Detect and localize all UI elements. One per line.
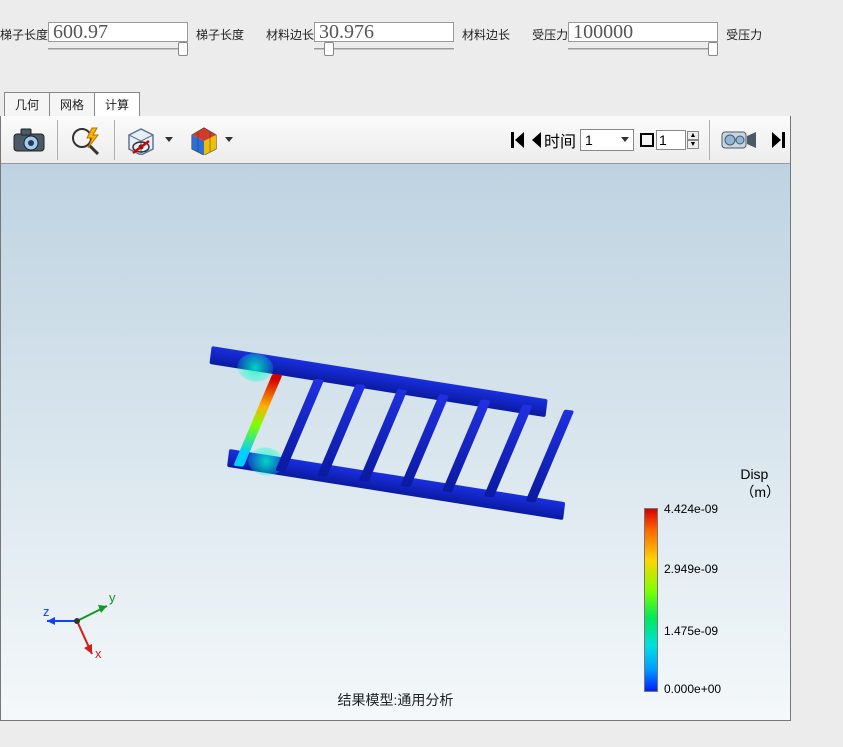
legend-tick: 4.424e-09 [664,502,718,516]
tab-geometry[interactable]: 几何 [4,92,50,116]
ladder-length-slider[interactable] [48,44,188,54]
viewport-caption: 结果模型:通用分析 [1,690,790,710]
legend-title-line2: （m） [740,482,780,502]
record-button[interactable] [712,118,768,162]
legend-title: Disp （m） [740,466,780,502]
param-ladder-length: 梯子长度 梯子长度 [0,22,244,54]
camera-icon [11,126,47,154]
cube-eye-off-icon [125,125,159,155]
param-label-pressure-after: 受压力 [726,22,762,43]
legend-color-bar [644,508,658,692]
stop-icon [640,133,654,147]
colormap-cube-icon [189,125,219,155]
magnifier-lightning-icon [68,125,104,155]
color-legend: 4.424e-09 2.949e-09 1.475e-09 0.000e+00 [644,508,754,692]
legend-tick: 1.475e-09 [664,624,718,638]
tab-row: 几何 网格 计算 [0,64,843,116]
param-label-ladder-length: 梯子长度 [0,22,48,43]
skip-last-icon [770,130,786,150]
param-material-edge: 材料边长 材料边长 [266,22,510,54]
axis-y-label: y [109,590,116,605]
skip-first-icon [510,130,526,150]
spin-up-icon[interactable]: ▲ [687,131,699,140]
stop-button[interactable] [638,118,656,162]
step-last-button[interactable] [768,118,788,162]
rung [525,409,574,502]
step-prev-button[interactable] [528,118,544,162]
material-edge-input[interactable] [314,22,454,42]
quick-view-button[interactable] [60,118,112,162]
material-edge-slider[interactable] [314,44,454,54]
view-mode-button[interactable] [117,118,181,162]
step-spinner[interactable]: ▲ ▼ [687,131,699,149]
legend-tick: 2.949e-09 [664,562,718,576]
rung [317,384,366,477]
step-first-button[interactable] [508,118,528,162]
time-select-value: 1 [585,132,615,148]
param-label-pressure: 受压力 [532,22,568,43]
step-input[interactable] [656,130,686,150]
parameter-bar: 梯子长度 梯子长度 材料边长 材料边长 受压力 受压力 [0,0,843,64]
rung [442,399,491,492]
ladder-length-input[interactable] [48,22,188,42]
axis-x-label: x [95,646,102,661]
tab-compute[interactable]: 计算 [94,92,140,116]
result-viewport[interactable]: z y x Disp （m） 4.424e-09 2.949e-09 1.475… [1,164,790,720]
ladder-model [193,342,580,546]
play-prev-icon [530,130,542,150]
tab-mesh[interactable]: 网格 [49,92,95,116]
axis-z-label: z [43,604,50,619]
param-label-material-edge: 材料边长 [266,22,314,43]
camcorder-icon [720,128,760,152]
pressure-input[interactable] [568,22,718,42]
results-toolbar: 时间 1 ▲ ▼ [1,116,790,164]
param-label-material-edge-after: 材料边长 [462,22,510,43]
pressure-slider[interactable] [568,44,718,54]
chevron-down-icon [621,137,629,142]
param-label-ladder-length-after: 梯子长度 [196,22,244,43]
rung [275,379,324,472]
param-pressure: 受压力 受压力 [532,22,762,54]
axis-triad: z y x [37,576,127,666]
chevron-down-icon [165,137,173,142]
rung [400,394,449,487]
chevron-down-icon [225,137,233,142]
legend-title-line1: Disp [740,466,780,482]
rung [359,389,408,482]
spin-down-icon[interactable]: ▼ [687,140,699,149]
rung [484,404,533,497]
time-select[interactable]: 1 [580,129,634,151]
time-label: 时间 [544,128,576,152]
colormap-button[interactable] [181,118,241,162]
snapshot-button[interactable] [3,118,55,162]
